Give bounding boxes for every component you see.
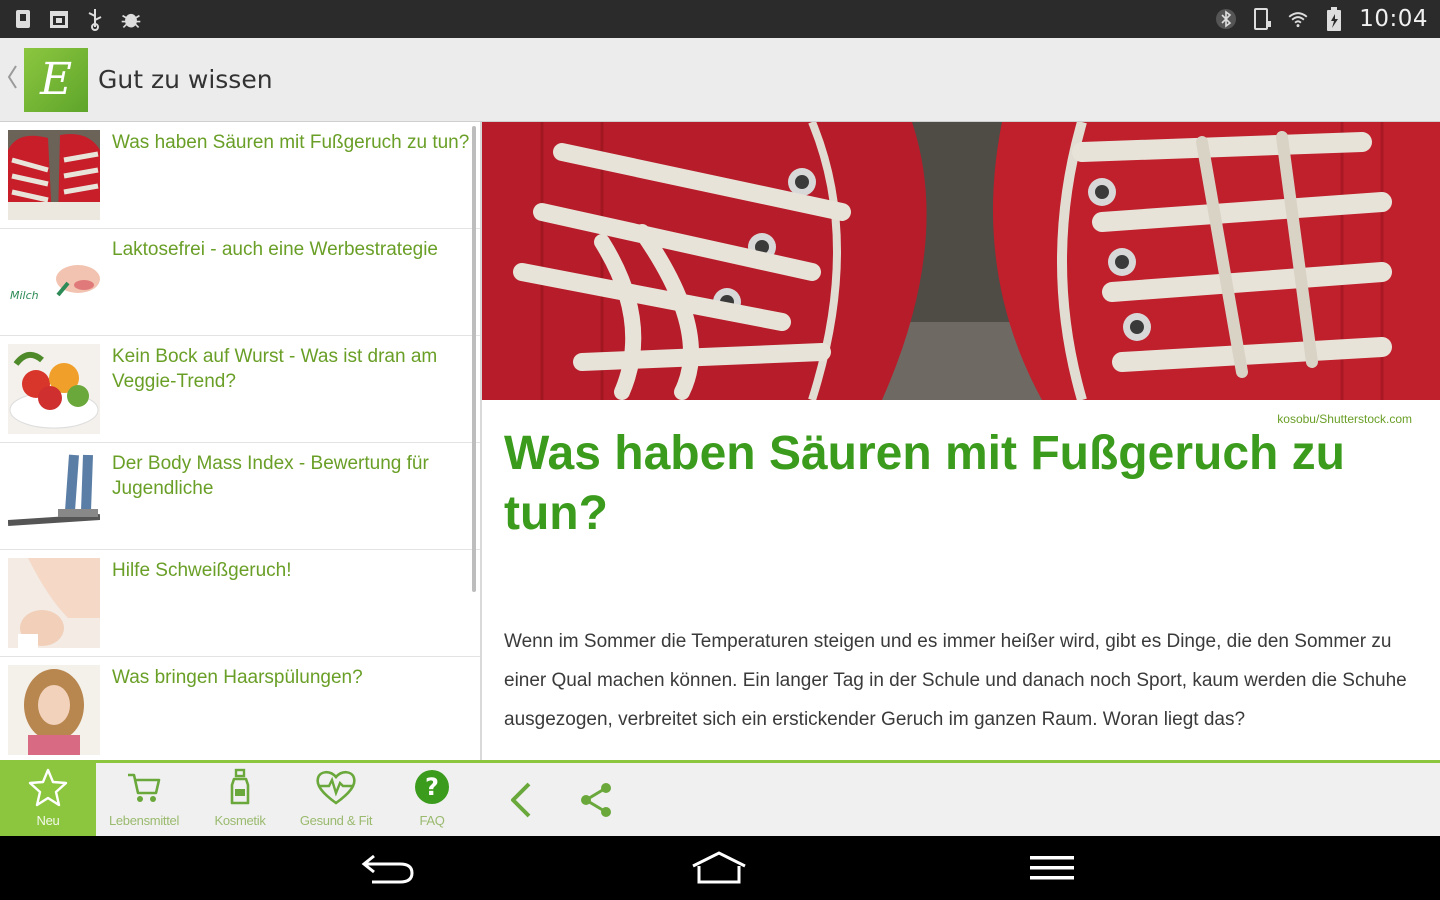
list-scrollbar[interactable] <box>472 126 476 592</box>
list-item[interactable]: Hilfe Schweißgeruch! <box>0 550 480 657</box>
page-title: Gut zu wissen <box>98 65 273 94</box>
milk-thumb: Milch <box>8 237 100 327</box>
share-icon <box>581 782 611 817</box>
back-arrow-icon <box>361 854 414 884</box>
tab-label: Gesund & Fit <box>299 813 373 828</box>
battery-icon <box>1323 7 1345 31</box>
system-navigation-bar <box>0 836 1440 900</box>
clock: 10:04 <box>1359 6 1428 32</box>
list-item[interactable]: Kein Bock auf Wurst - Was ist dran am Ve… <box>0 336 480 443</box>
tab-label: Lebensmittel <box>108 813 180 828</box>
system-back-button[interactable] <box>358 848 418 888</box>
list-item-title: Was haben Säuren mit Fußgeruch zu tun? <box>112 132 470 153</box>
chevron-left-icon <box>511 782 531 817</box>
status-bar: 10:04 <box>0 0 1440 38</box>
article-list: Was haben Säuren mit Fußgeruch zu tun? M… <box>0 122 480 760</box>
tab-neu[interactable]: Neu <box>0 763 96 836</box>
system-icons: 10:04 <box>1215 6 1428 32</box>
list-item-title: Laktosefrei - auch eine Werbestrategie <box>112 239 438 260</box>
chevron-left-icon <box>7 64 17 89</box>
list-item[interactable]: Der Body Mass Index - Bewertung für Juge… <box>0 443 480 550</box>
tab-label: Neu <box>36 813 60 828</box>
screen-rotation-icon <box>1251 7 1273 31</box>
app-root: 10:04 E Gut zu wissen Was haben Säuren m… <box>0 0 1440 900</box>
home-icon <box>692 851 746 884</box>
article-detail[interactable]: kosobu/Shutterstock.com Was haben Säuren… <box>482 122 1440 760</box>
bluetooth-icon <box>1215 7 1237 31</box>
notification-icons <box>12 7 142 31</box>
list-item-title: Der Body Mass Index - Bewertung für Juge… <box>112 453 429 499</box>
question-icon: ? <box>415 770 449 804</box>
bottle-icon <box>230 768 250 805</box>
scale-thumb <box>8 451 100 541</box>
list-item[interactable]: Was haben Säuren mit Fußgeruch zu tun? <box>0 122 480 229</box>
armpit-thumb <box>8 558 100 648</box>
list-item-title: Kein Bock auf Wurst - Was ist dran am Ve… <box>112 346 438 392</box>
article-headline: Was haben Säuren mit Fußgeruch zu tun? <box>504 427 1345 540</box>
wifi-icon <box>1287 7 1309 31</box>
hair-thumb <box>8 665 100 755</box>
share-button[interactable] <box>574 778 618 822</box>
list-item-title: Was bringen Haarspülungen? <box>112 667 363 688</box>
tab-label: FAQ <box>419 813 445 828</box>
article-toolbar <box>480 760 1440 836</box>
sneakers-thumb <box>8 130 100 220</box>
list-item-title: Hilfe Schweißgeruch! <box>112 560 292 581</box>
system-home-button[interactable] <box>689 848 749 888</box>
app-logo-letter: E <box>39 53 73 105</box>
tab-lebensmittel[interactable]: Lebensmittel <box>96 763 192 836</box>
tab-label: Kosmetik <box>214 813 266 828</box>
system-menu-button[interactable] <box>1022 848 1082 888</box>
svg-text:?: ? <box>425 773 439 801</box>
article-body: Wenn im Sommer die Temperaturen steigen … <box>504 631 1407 730</box>
notification-calendar-icon <box>48 7 70 31</box>
cart-icon <box>128 773 161 802</box>
usb-icon <box>84 7 106 31</box>
notification-sd-icon <box>12 7 34 31</box>
category-tab-bar: Neu Lebensmittel Kosmetik Gesund & Fit ?… <box>0 760 480 836</box>
app-logo[interactable]: E <box>24 47 88 112</box>
star-icon <box>28 768 68 807</box>
list-item[interactable]: Milch Laktosefrei - auch eine Werbestrat… <box>0 229 480 336</box>
up-navigation-button[interactable] <box>6 64 22 96</box>
list-item[interactable]: Was bringen Haarspülungen? <box>0 657 480 760</box>
heart-pulse-icon <box>316 770 356 805</box>
menu-icon <box>1030 856 1074 880</box>
action-bar: E Gut zu wissen <box>0 38 1440 122</box>
tab-gesund-fit[interactable]: Gesund & Fit <box>288 763 384 836</box>
salad-thumb <box>8 344 100 434</box>
article-hero-image <box>482 122 1440 400</box>
tab-kosmetik[interactable]: Kosmetik <box>192 763 288 836</box>
debug-bug-icon <box>120 7 142 31</box>
svg-text:Milch: Milch <box>10 289 39 302</box>
back-button[interactable] <box>498 778 542 822</box>
tab-faq[interactable]: ? FAQ <box>384 763 480 836</box>
